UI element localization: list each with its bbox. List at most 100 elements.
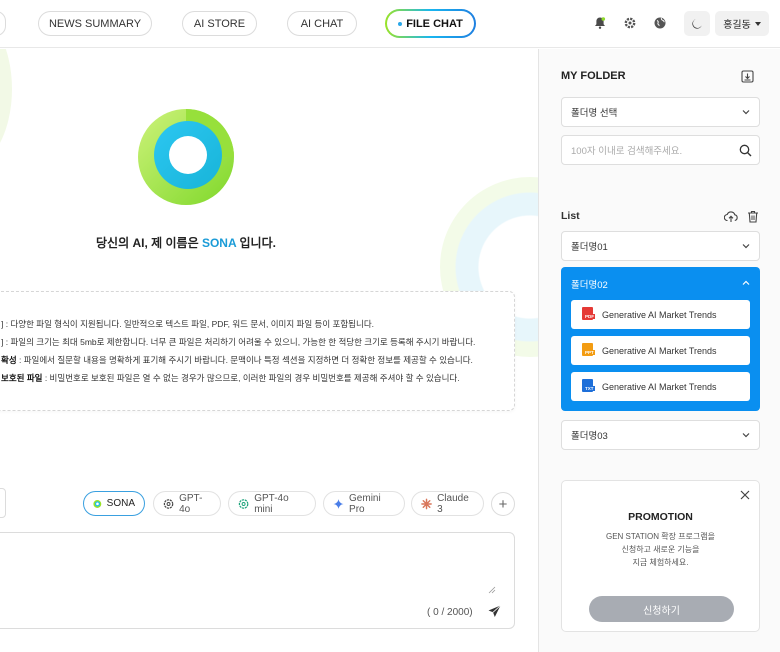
apply-button[interactable]: 신청하기 xyxy=(589,596,734,622)
tab-file-chat[interactable]: FILE CHAT xyxy=(385,9,476,38)
model-label: GPT-4o mini xyxy=(254,492,289,515)
file-chat-main: 당신의 AI, 제 이름은 SONA 입니다. ] : 다양한 파일 형식이 지… xyxy=(0,49,538,652)
guide-line-text: : 비밀번호로 보호된 파일은 열 수 없는 경우가 많으므로, 이러한 파일의… xyxy=(42,373,460,383)
assistant-name: SONA xyxy=(201,236,237,250)
model-sona[interactable]: SONA xyxy=(83,491,145,516)
openai-mini-icon xyxy=(238,498,249,509)
txt-file-icon: TXT xyxy=(582,379,595,394)
background-decoration xyxy=(0,49,12,169)
folder-item-03[interactable]: 폴더명03 xyxy=(561,420,760,450)
promotion-desc-line: GEN STATION 확장 프로그램을 xyxy=(605,532,715,541)
model-gemini-pro[interactable]: Gemini Pro xyxy=(323,491,405,516)
guide-line: ] : 파일의 크기는 최대 5mb로 제한합니다. 너무 큰 파일은 처리하기… xyxy=(1,336,475,348)
folder-select-value: 폴더명 선택 xyxy=(571,108,618,119)
model-label: GPT-4o xyxy=(179,492,203,515)
pdf-file-icon: PDF xyxy=(582,307,595,322)
chat-input-box: ( 0 / 2000) xyxy=(0,532,515,629)
tab-file-chat-label: FILE CHAT xyxy=(406,17,463,30)
chevron-up-icon[interactable] xyxy=(742,279,750,287)
model-label: Claude 3 xyxy=(437,492,469,515)
file-type-label: PDF xyxy=(584,314,595,319)
file-name: Generative AI Market Trends xyxy=(602,345,717,356)
top-navigation: NEWS SUMMARY AI STORE AI CHAT FILE CHAT … xyxy=(0,0,780,48)
greeting-text: 당신의 AI, 제 이름은 SONA 입니다. xyxy=(0,234,372,251)
trash-icon[interactable] xyxy=(746,209,760,223)
claude-icon xyxy=(421,498,432,509)
file-type-label: PPT xyxy=(584,350,595,355)
folder-search-input[interactable] xyxy=(571,143,731,159)
search-icon[interactable] xyxy=(739,144,752,157)
promotion-desc-line: 지금 체험하세요. xyxy=(632,558,689,567)
file-guide-card: ] : 다양한 파일 형식이 지원됩니다. 일반적으로 텍스트 파일, PDF,… xyxy=(0,291,515,411)
chevron-down-icon xyxy=(742,433,750,438)
promotion-title: PROMOTION xyxy=(628,511,693,523)
caret-down-icon xyxy=(754,21,761,26)
ppt-file-icon: PPT xyxy=(582,343,595,358)
close-icon[interactable] xyxy=(740,490,750,500)
gear-icon[interactable] xyxy=(622,15,638,31)
sona-icon xyxy=(93,499,102,508)
guide-line-text: ] : 다양한 파일 형식이 지원됩니다. 일반적으로 텍스트 파일, PDF,… xyxy=(1,319,374,329)
chat-input[interactable] xyxy=(1,539,501,595)
sona-logo xyxy=(138,109,234,205)
app: NEWS SUMMARY AI STORE AI CHAT FILE CHAT … xyxy=(0,0,780,652)
folder-panel: MY FOLDER 폴더명 선택 List 폴더명01 폴더명02 PD xyxy=(538,49,780,652)
globe-icon[interactable] xyxy=(652,15,668,31)
active-dot xyxy=(398,21,403,26)
model-gpt-4o-mini[interactable]: GPT-4o mini xyxy=(228,491,316,516)
tab-ai-chat-label: AI CHAT xyxy=(300,17,344,30)
file-item-pdf[interactable]: PDF Generative AI Market Trends xyxy=(571,300,750,329)
folder-name[interactable]: 폴더명02 xyxy=(571,277,608,291)
folder-name: 폴더명03 xyxy=(571,431,608,442)
add-model-button[interactable]: + xyxy=(491,492,515,516)
promotion-desc-line: 신청하고 새로운 기능을 xyxy=(621,545,700,554)
tab-ai-chat[interactable]: AI CHAT xyxy=(287,11,357,36)
file-name: Generative AI Market Trends xyxy=(602,309,717,320)
gemini-icon xyxy=(333,498,344,509)
guide-line-text: : 파일에서 질문할 내용을 명확하게 표기해 주시기 바랍니다. 문맥이나 특… xyxy=(16,355,473,365)
folder-panel-title: MY FOLDER xyxy=(561,70,626,82)
greeting-prefix: 당신의 AI, 제 이름은 xyxy=(96,236,202,250)
folder-add-icon[interactable] xyxy=(740,69,754,83)
tab-news-summary[interactable]: NEWS SUMMARY xyxy=(38,11,152,36)
folder-select[interactable]: 폴더명 선택 xyxy=(561,97,760,127)
tab-news-summary-label: NEWS SUMMARY xyxy=(48,17,142,30)
char-counter: ( 0 / 2000) xyxy=(427,607,473,618)
guide-line-title: 확성 xyxy=(1,355,17,365)
tab-ai-store-label: AI STORE xyxy=(193,17,246,30)
tab-hidden-left[interactable] xyxy=(0,11,6,36)
folder-item-02-expanded: 폴더명02 PDF Generative AI Market Trends PP… xyxy=(561,267,760,411)
folder-search xyxy=(561,135,760,165)
moon-icon xyxy=(692,18,702,29)
user-name: 홍길동 xyxy=(723,20,751,31)
promotion-card: PROMOTION GEN STATION 확장 프로그램을 신청하고 새로운 … xyxy=(561,480,760,632)
model-label: SONA xyxy=(106,498,135,509)
plus-icon: + xyxy=(498,495,508,513)
guide-line: ] : 다양한 파일 형식이 지원됩니다. 일반적으로 텍스트 파일, PDF,… xyxy=(1,318,374,330)
upload-icon[interactable] xyxy=(724,209,738,223)
file-type-label: TXT xyxy=(584,386,595,391)
file-item-txt[interactable]: TXT Generative AI Market Trends xyxy=(571,372,750,401)
resize-handle-icon[interactable] xyxy=(488,586,496,594)
guide-line: 확성 : 파일에서 질문할 내용을 명확하게 표기해 주시기 바랍니다. 문맥이… xyxy=(1,354,473,366)
dark-mode-toggle[interactable] xyxy=(684,11,710,36)
tab-ai-store[interactable]: AI STORE xyxy=(182,11,257,36)
list-title: List xyxy=(561,210,580,222)
guide-line: 보호된 파일 : 비밀번호로 보호된 파일은 열 수 없는 경우가 많으므로, … xyxy=(1,372,460,384)
user-menu-button[interactable]: 홍길동 xyxy=(715,11,769,36)
bell-icon[interactable] xyxy=(592,15,608,31)
openai-icon xyxy=(163,498,174,509)
guide-line-title: 보호된 파일 xyxy=(1,373,43,383)
chevron-down-icon xyxy=(742,244,750,249)
chevron-down-icon xyxy=(742,110,750,115)
file-name: Generative AI Market Trends xyxy=(602,381,717,392)
model-label: Gemini Pro xyxy=(349,492,381,515)
file-item-ppt[interactable]: PPT Generative AI Market Trends xyxy=(571,336,750,365)
model-gpt-4o[interactable]: GPT-4o xyxy=(153,491,221,516)
guide-line-text: ] : 파일의 크기는 최대 5mb로 제한합니다. 너무 큰 파일은 처리하기… xyxy=(1,337,476,347)
greeting-suffix: 입니다. xyxy=(236,236,276,250)
send-icon[interactable] xyxy=(488,605,501,618)
model-claude-3[interactable]: Claude 3 xyxy=(411,491,484,516)
folder-item-01[interactable]: 폴더명01 xyxy=(561,231,760,261)
attach-button[interactable] xyxy=(0,488,6,518)
